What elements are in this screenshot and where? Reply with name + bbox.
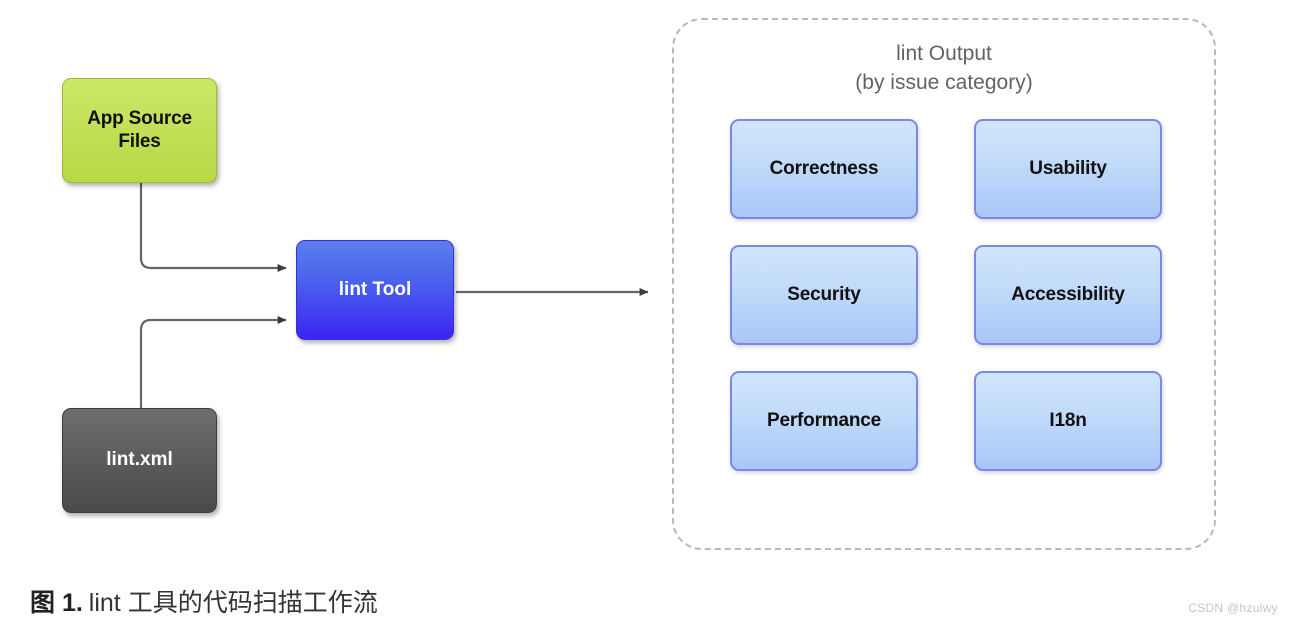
diagram-canvas: App Source Files lint.xml lint Tool lint… [0,0,1294,626]
category-box-correctness-label: Correctness [769,158,879,179]
issue-category-grid: Correctness Usability Security Accessibi… [730,119,1162,471]
figure-caption-label: 图 1. [30,589,83,617]
category-box-accessibility[interactable]: Accessibility [974,245,1162,345]
node-lint-tool[interactable]: lint Tool [296,240,454,340]
node-app-source-files-label: App Source Files [87,108,192,152]
connector-config-to-tool [139,316,287,408]
category-box-correctness[interactable]: Correctness [730,119,918,219]
category-box-performance[interactable]: Performance [730,371,918,471]
category-box-performance-label: Performance [767,410,881,431]
lint-output-panel-title: lint Output (by issue category) [855,42,1033,94]
node-lint-xml[interactable]: lint.xml [62,408,217,513]
lint-output-panel: lint Output (by issue category) Correctn… [672,18,1216,550]
category-box-accessibility-label: Accessibility [1011,284,1125,305]
category-box-usability[interactable]: Usability [974,119,1162,219]
category-box-usability-label: Usability [1029,158,1107,179]
figure-caption-text: lint 工具的代码扫描工作流 [88,589,378,617]
figure-caption: 图 1. lint 工具的代码扫描工作流 [30,583,378,619]
node-app-source-files[interactable]: App Source Files [62,78,217,183]
category-box-i18n[interactable]: I18n [974,371,1162,471]
category-box-i18n-label: I18n [1049,410,1087,431]
node-lint-tool-label: lint Tool [338,278,412,300]
connector-source-to-tool [139,183,287,272]
category-box-security[interactable]: Security [730,245,918,345]
watermark: CSDN @hzulwy [1188,601,1278,615]
node-lint-xml-label: lint.xml [106,449,173,471]
category-box-security-label: Security [787,284,861,305]
